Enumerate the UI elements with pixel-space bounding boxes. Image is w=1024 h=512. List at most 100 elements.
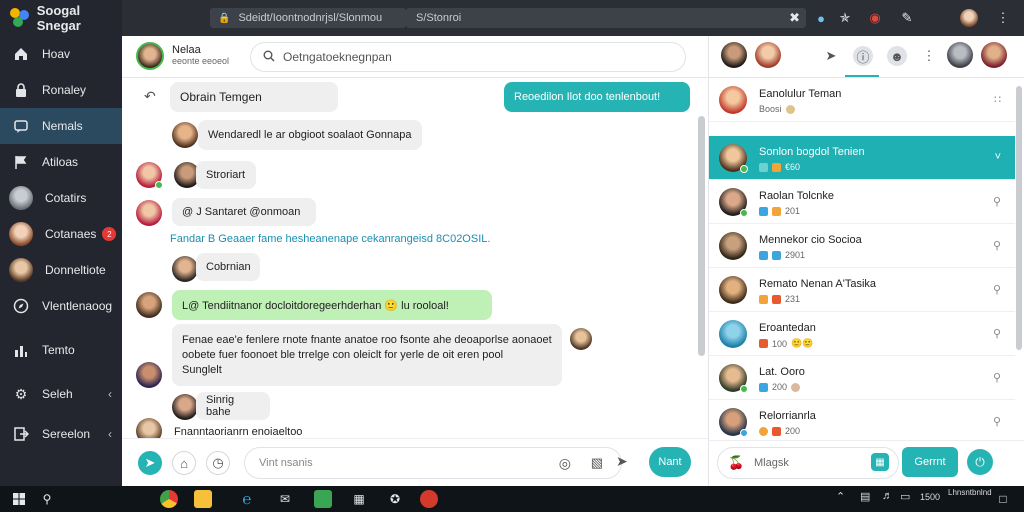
message-bubble-outgoing[interactable]: Reoedilon Ilot doo tenlenbout! (504, 82, 690, 112)
avatar[interactable] (755, 42, 781, 68)
avatar[interactable] (947, 42, 973, 68)
avatar[interactable] (172, 256, 198, 282)
avatar[interactable] (570, 328, 592, 350)
message-bubble-long[interactable]: Fenae eae'e fenlere rnote fnante anatoe … (172, 324, 562, 386)
record-icon[interactable]: ◎ (559, 455, 571, 472)
power-icon[interactable]: ⏻ (967, 449, 993, 475)
avatar[interactable] (172, 122, 198, 148)
list-item[interactable]: Raolan Tolcnke 201 ⚲ (709, 180, 1015, 224)
store-icon[interactable] (314, 490, 332, 508)
nav-item-vlentlenaoog[interactable]: Vlentlenaoog (0, 288, 122, 324)
user-icon[interactable]: ☻ (887, 46, 907, 66)
more-icon[interactable]: ⋮ (919, 46, 939, 66)
chevron-left-icon[interactable]: ‹ (108, 427, 112, 441)
tray-network-icon[interactable]: ▤ (860, 490, 870, 503)
list-item[interactable]: Mennekor cio Socioa 2901 ⚲ (709, 224, 1015, 268)
list-item[interactable]: Eanolulur Teman Boosi ∷ (709, 78, 1015, 122)
profile-avatar[interactable] (960, 9, 978, 27)
chrome-icon[interactable] (160, 490, 178, 508)
message-list[interactable]: ↶ Obrain Temgen Reoedilon Ilot doo tenle… (122, 78, 708, 438)
message-bubble[interactable]: @ J Santaret @onmoan (172, 198, 316, 226)
nav-item-seleh[interactable]: ⚙ Seleh ‹ (0, 376, 122, 412)
avatar[interactable] (721, 42, 747, 68)
windows-start-icon[interactable] (10, 490, 28, 508)
app-red-icon[interactable] (420, 490, 438, 508)
nav-item-cotatirs[interactable]: Cotatirs (0, 180, 122, 216)
chevron-left-icon[interactable]: ‹ (108, 387, 112, 401)
edge-icon[interactable]: ℮ (238, 490, 256, 508)
close-icon[interactable]: ✖ (789, 10, 800, 26)
home-icon[interactable]: ⌂ (172, 451, 196, 475)
pin-icon[interactable]: ⚲ (993, 415, 1001, 428)
send-button[interactable]: Gerrnt (902, 447, 958, 477)
avatar[interactable] (136, 42, 164, 70)
nav-item-home[interactable]: Hoav (0, 36, 122, 72)
drag-handle-icon[interactable]: ∷ (994, 93, 1001, 106)
nav-item-nemals[interactable]: Nemals (0, 108, 122, 144)
list-item[interactable]: Eroantedan 100 🙂🙂 ⚲ (709, 312, 1015, 356)
date[interactable]: Lhnsntbnlnd (948, 488, 992, 498)
star-icon[interactable]: ✯ (836, 9, 854, 27)
timer-icon[interactable]: ◷ (206, 451, 230, 475)
notifications-icon[interactable]: □ (994, 490, 1012, 508)
nav-item-cotanaes[interactable]: Cotanaes 2 (0, 216, 122, 252)
extension-icon[interactable]: ● (812, 9, 830, 27)
chevron-down-icon[interactable]: ˅ (995, 151, 1001, 163)
pin-icon[interactable]: ⚲ (993, 327, 1001, 340)
avatar[interactable] (136, 292, 162, 318)
message-bubble[interactable]: L@ Tendiitnanor docloitdoregeerhderhan 🙂… (172, 290, 492, 320)
send-button[interactable]: Nant (649, 447, 691, 477)
tray-volume-icon[interactable]: ♬ (882, 490, 893, 502)
message-bubble[interactable]: Wendaredl le ar obgioot soalaot Gonnapa (198, 120, 422, 150)
chat-icon[interactable]: ⓘ (853, 46, 873, 66)
pin-icon[interactable]: ⚲ (993, 283, 1001, 296)
avatar[interactable] (136, 162, 163, 189)
clock[interactable]: 1500 (920, 492, 940, 502)
avatar[interactable] (136, 418, 162, 438)
more-icon[interactable]: ⋮ (994, 9, 1012, 27)
image-icon[interactable]: ▧ (591, 455, 603, 471)
mail-icon[interactable]: ✉ (276, 490, 294, 508)
send-arrow-icon[interactable]: ➤ (138, 451, 162, 475)
photos-icon[interactable]: ▦ (350, 490, 368, 508)
app-icon[interactable]: ✪ (386, 490, 404, 508)
link-message[interactable]: Fandar B Geaaer fame hesheanenape cekanr… (170, 233, 490, 245)
pin-icon[interactable]: ⚲ (993, 239, 1001, 252)
send-icon[interactable]: ➤ (616, 453, 628, 470)
nav-item-temto[interactable]: Temto (0, 332, 122, 368)
extension-red-icon[interactable]: ◉ (866, 9, 884, 27)
search-tab-field[interactable]: S/Stonroi ✖ (406, 8, 806, 28)
list-item[interactable]: Lat. Ooro 200 ⚲ (709, 356, 1015, 400)
search-icon[interactable]: ⚲ (38, 490, 56, 508)
avatar[interactable] (136, 362, 162, 388)
message-bubble[interactable]: Cobrnian (196, 253, 260, 281)
pin-icon[interactable]: ⚲ (993, 371, 1001, 384)
nav-item-atiloas[interactable]: Atiloas (0, 144, 122, 180)
message-input[interactable]: Vint nsanis ◎ ▧ (244, 447, 622, 479)
avatar[interactable] (136, 200, 162, 226)
contacts-scrollbar[interactable] (1016, 86, 1022, 350)
avatar[interactable] (172, 394, 198, 420)
nav-item-donneltiote[interactable]: Donneltiote (0, 252, 122, 288)
tray-battery-icon[interactable]: ▭ (900, 490, 910, 503)
pin-icon[interactable]: ➤ (821, 46, 841, 66)
pin-icon[interactable]: ⚲ (993, 195, 1001, 208)
list-item[interactable]: Relorrianrla 200 ⚲ (709, 400, 1015, 440)
avatar[interactable] (981, 42, 1007, 68)
message-bubble[interactable]: Sinrig bahe (196, 392, 270, 420)
chat-scrollbar[interactable] (698, 116, 705, 356)
message-bubble[interactable]: Stroriart (196, 161, 256, 189)
search-input[interactable]: Oetngatoeknegnpan ☻ ⚲ (250, 42, 773, 72)
nav-item-sereelon[interactable]: Sereelon ‹ (0, 416, 122, 452)
edit-icon[interactable]: ✎ (898, 9, 916, 27)
list-item[interactable]: Remato Nenan A'Tasika 231 ⚲ (709, 268, 1015, 312)
list-item[interactable]: Sonlon bogdol Tenien €60 ˅ (709, 136, 1015, 180)
app-brand[interactable]: Soogal Snegar (0, 0, 122, 36)
tray-chevron-icon[interactable]: ⌃ (836, 490, 845, 503)
address-bar[interactable]: 🔒 Sdeidt/Ioontnodnrjsl/Slonmou (210, 8, 406, 28)
emoji-icon[interactable]: 🍒 (728, 455, 744, 471)
back-icon[interactable]: ↶ (144, 88, 156, 105)
folder-icon[interactable] (194, 490, 212, 508)
message-bubble[interactable]: Obrain Temgen (170, 82, 338, 112)
nav-item-ronaley[interactable]: Ronaley (0, 72, 122, 108)
